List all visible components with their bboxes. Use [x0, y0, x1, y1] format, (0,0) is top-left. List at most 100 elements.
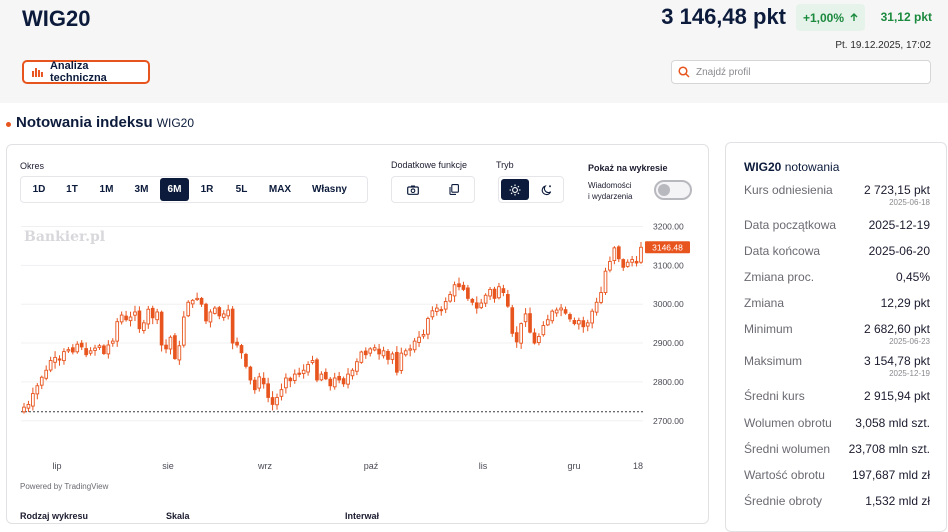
candle-body [399, 352, 404, 371]
functions-group [391, 176, 475, 203]
candle-body [483, 294, 488, 304]
candle-body [532, 332, 537, 344]
bar-chart-icon [32, 68, 43, 77]
functions-label: Dodatkowe funkcje [391, 160, 468, 170]
candle-body [270, 397, 275, 405]
dark-mode-button[interactable] [533, 179, 561, 200]
stat-value: 12,29 pkt [880, 296, 930, 310]
candle-body [208, 311, 213, 323]
candle-body [386, 350, 390, 360]
powered-by-tradingview[interactable]: Powered by TradingView [20, 482, 108, 491]
range-button-max[interactable]: MAX [260, 178, 300, 201]
range-button-1d[interactable]: 1D [24, 178, 54, 201]
candle-body [328, 378, 333, 387]
copy-icon [448, 184, 459, 195]
light-mode-button[interactable] [501, 179, 529, 200]
range-button-własny[interactable]: Własny [302, 178, 357, 201]
copy-button[interactable] [433, 177, 474, 202]
search-placeholder: Znajdź profil [696, 66, 751, 78]
candle-body [119, 314, 124, 323]
range-button-1t[interactable]: 1T [56, 178, 88, 201]
candle-body [337, 375, 341, 381]
candle-body [159, 311, 164, 346]
candle-body [443, 301, 448, 310]
period-label: Okres [20, 161, 45, 171]
stat-date: 2025-06-18 [889, 198, 930, 207]
news-events-toggle[interactable] [654, 180, 692, 200]
x-axis-tick: wrz [257, 461, 272, 471]
y-axis-tick: 2800.00 [653, 377, 684, 387]
candle-body [133, 311, 137, 316]
x-axis-tick: gru [567, 461, 580, 471]
candle-body [572, 320, 577, 325]
range-button-1m[interactable]: 1M [90, 178, 123, 201]
candle-body [177, 345, 182, 361]
candle-body [492, 288, 497, 299]
candle-body [355, 361, 359, 372]
candle-body [634, 260, 639, 264]
candle-body [559, 307, 563, 311]
stats-title-ticker: WIG20 [744, 160, 782, 174]
interval-label: Interwał [345, 511, 380, 521]
y-axis-tick: 3100.00 [653, 260, 684, 270]
candle-body [213, 307, 217, 314]
candle-body [190, 299, 195, 305]
stat-value: 2025-12-19 [868, 218, 930, 232]
candle-body [284, 377, 288, 389]
candle-body [266, 383, 270, 398]
stat-value: 0,45% [895, 270, 930, 284]
range-button-6m[interactable]: 6M [160, 178, 189, 201]
candle-body [581, 320, 586, 328]
candle-body [26, 403, 31, 409]
candle-body [261, 377, 266, 385]
candle-body [408, 348, 413, 351]
range-button-3m[interactable]: 3M [125, 178, 158, 201]
candle-body [315, 359, 319, 381]
stat-value: 3,058 mld szt. [855, 416, 930, 430]
candle-body [62, 351, 66, 362]
candle-body [150, 307, 155, 319]
candle-body [57, 358, 62, 361]
candle-body [523, 313, 528, 323]
show-on-chart-label: Pokaż na wykresie [588, 163, 668, 173]
candle-body [324, 371, 328, 380]
candle-body [350, 369, 355, 377]
stat-value: 2025-06-20 [868, 244, 930, 258]
candle-body [452, 284, 457, 297]
scale-label: Skala [166, 511, 190, 521]
stat-label: Zmiana [744, 296, 785, 310]
candle-body [528, 313, 532, 333]
candle-body [630, 259, 634, 263]
stat-value: 23,708 mln szt. [848, 442, 930, 456]
stat-label: Średni wolumen [744, 442, 831, 456]
moon-icon [541, 184, 552, 195]
mode-toggle-group [498, 176, 564, 203]
candle-body [479, 302, 484, 309]
stats-title-rest: notowania [784, 160, 840, 174]
range-button-1r[interactable]: 1R [191, 178, 223, 201]
candle-body [417, 336, 421, 343]
profile-search[interactable]: Znajdź profil [671, 60, 931, 84]
quote-datetime: Pt. 19.12.2025, 17:02 [835, 40, 931, 51]
candle-body [590, 310, 594, 324]
candle-body [186, 301, 191, 317]
candle-body [106, 344, 111, 355]
candle-body [110, 340, 115, 344]
candle-body [168, 336, 173, 350]
current-price: 3 146,48 pkt [661, 4, 786, 29]
stat-label: Kurs odniesienia [744, 183, 833, 197]
technical-analysis-button[interactable]: Analiza techniczna [22, 60, 150, 84]
range-button-5l[interactable]: 5L [225, 178, 258, 201]
candle-body [71, 347, 75, 353]
candle-body [390, 353, 395, 360]
candle-body [577, 320, 581, 325]
price-chart[interactable]: Bankier.pl 3200.00 3100.00 3000.00 2900.00 28… [7, 205, 708, 475]
candle-body [461, 284, 466, 290]
candle-body [625, 261, 630, 267]
change-absolute: 31,12 pkt [880, 10, 932, 24]
candle-body [310, 360, 315, 363]
candle-body [84, 348, 88, 356]
stat-value: 3 154,78 pkt [863, 354, 930, 368]
candle-body [608, 261, 612, 271]
screenshot-button[interactable] [392, 177, 433, 202]
